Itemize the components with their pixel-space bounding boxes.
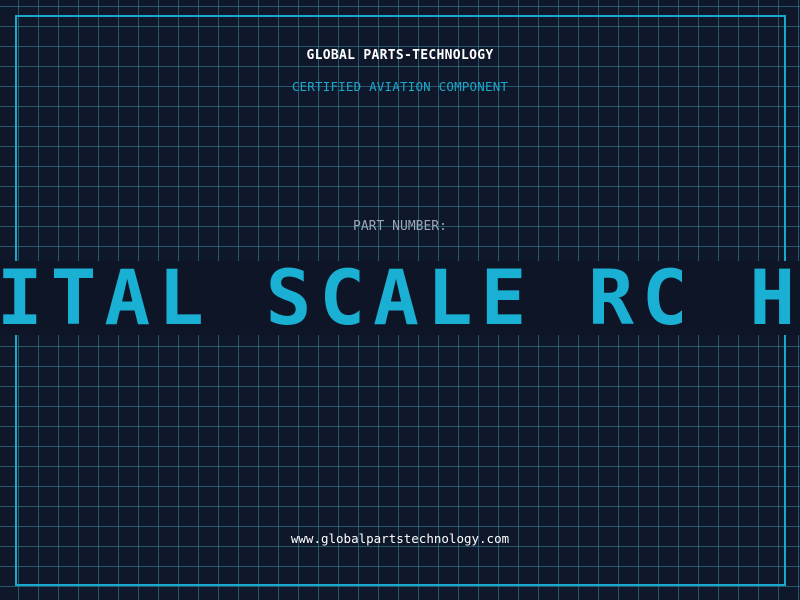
website-url: www.globalpartstechnology.com bbox=[290, 531, 510, 546]
company-name: GLOBAL PARTS-TECHNOLOGY bbox=[306, 48, 494, 63]
part-number-value: DIGITAL SCALE RC HELI bbox=[0, 261, 800, 335]
part-number-label: PART NUMBER: bbox=[353, 219, 447, 234]
certification-subtitle: CERTIFIED AVIATION COMPONENT bbox=[291, 79, 509, 94]
part-number-band: DIGITAL SCALE RC HELI bbox=[0, 261, 800, 335]
label-card: GLOBAL PARTS-TECHNOLOGY CERTIFIED AVIATI… bbox=[0, 0, 800, 600]
